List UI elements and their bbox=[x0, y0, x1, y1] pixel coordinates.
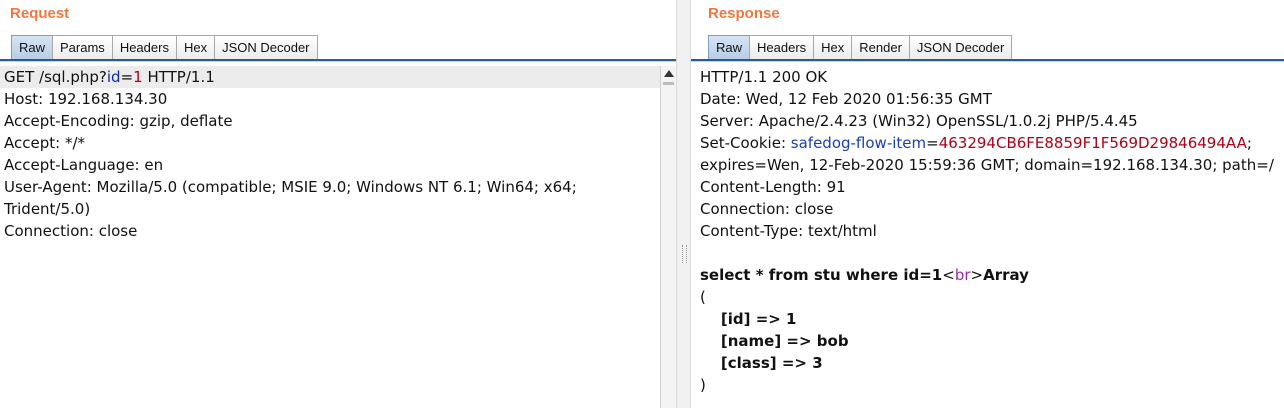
body-line: [id] => 1 bbox=[700, 310, 797, 328]
pane-splitter[interactable] bbox=[676, 0, 691, 408]
body-line: ( bbox=[700, 288, 706, 306]
param-name: id bbox=[106, 68, 121, 86]
response-editor[interactable]: HTTP/1.1 200 OK Date: Wed, 12 Feb 2020 0… bbox=[691, 66, 1284, 408]
response-tab-hex[interactable]: Hex bbox=[813, 35, 853, 59]
request-title: Request bbox=[10, 5, 70, 22]
header-connection: Connection: close bbox=[4, 222, 138, 240]
body-sql-line: select * from stu where id=1<br>Array bbox=[700, 266, 1029, 284]
header-user-agent-cont: Trident/5.0) bbox=[4, 200, 91, 218]
response-tabs: Raw Headers Hex Render JSON Decoder bbox=[708, 35, 1013, 60]
response-pane: Response Raw Headers Hex Render JSON Dec… bbox=[691, 0, 1284, 408]
scroll-up-arrow-icon[interactable] bbox=[664, 70, 674, 77]
body-line: [class] => 3 bbox=[700, 354, 823, 372]
response-title: Response bbox=[708, 5, 780, 22]
html-tag: br bbox=[954, 266, 971, 284]
cookie-value: 463294CB6FE8859F1F569D29846494AA bbox=[938, 134, 1247, 152]
request-editor[interactable]: GET /sql.php?id=1 HTTP/1.1 Host: 192.168… bbox=[0, 66, 676, 408]
request-tab-hex[interactable]: Hex bbox=[175, 35, 216, 59]
request-tab-headers[interactable]: Headers bbox=[111, 35, 177, 59]
header-set-cookie: Set-Cookie: safedog-flow-item=463294CB6F… bbox=[700, 134, 1252, 152]
header-set-cookie-cont: expires=Wen, 12-Feb-2020 15:59:36 GMT; d… bbox=[700, 156, 1274, 174]
request-tabs: Raw Params Headers Hex JSON Decoder bbox=[11, 35, 318, 60]
response-tab-json-decoder[interactable]: JSON Decoder bbox=[908, 35, 1013, 59]
param-value: 1 bbox=[133, 68, 143, 86]
request-tab-params[interactable]: Params bbox=[52, 35, 113, 59]
response-tab-render[interactable]: Render bbox=[851, 35, 910, 59]
header-user-agent: User-Agent: Mozilla/5.0 (compatible; MSI… bbox=[4, 178, 577, 196]
header-host: Host: 192.168.134.30 bbox=[4, 90, 168, 108]
header-accept: Accept: */* bbox=[4, 134, 85, 152]
header-connection: Connection: close bbox=[700, 200, 834, 218]
header-accept-language: Accept-Language: en bbox=[4, 156, 164, 174]
header-content-type: Content-Type: text/html bbox=[700, 222, 877, 240]
status-line: HTTP/1.1 200 OK bbox=[700, 68, 828, 86]
cookie-name: safedog-flow-item bbox=[790, 134, 927, 152]
request-line: GET /sql.php?id=1 HTTP/1.1 bbox=[0, 66, 676, 88]
request-tab-raw[interactable]: Raw bbox=[11, 35, 54, 59]
response-tab-headers[interactable]: Headers bbox=[749, 35, 815, 59]
scroll-thumb[interactable] bbox=[663, 82, 674, 85]
body-line: [name] => bob bbox=[700, 332, 849, 350]
header-accept-encoding: Accept-Encoding: gzip, deflate bbox=[4, 112, 233, 130]
header-content-length: Content-Length: 91 bbox=[700, 178, 846, 196]
body-line: ) bbox=[700, 376, 706, 394]
request-tab-json-decoder[interactable]: JSON Decoder bbox=[214, 35, 318, 59]
header-date: Date: Wed, 12 Feb 2020 01:56:35 GMT bbox=[700, 90, 992, 108]
request-scrollbar[interactable] bbox=[660, 66, 676, 408]
splitter-grip-icon[interactable] bbox=[682, 245, 687, 263]
header-server: Server: Apache/2.4.23 (Win32) OpenSSL/1.… bbox=[700, 112, 1138, 130]
response-tab-raw[interactable]: Raw bbox=[708, 35, 751, 59]
request-pane: Request Raw Params Headers Hex JSON Deco… bbox=[0, 0, 676, 408]
